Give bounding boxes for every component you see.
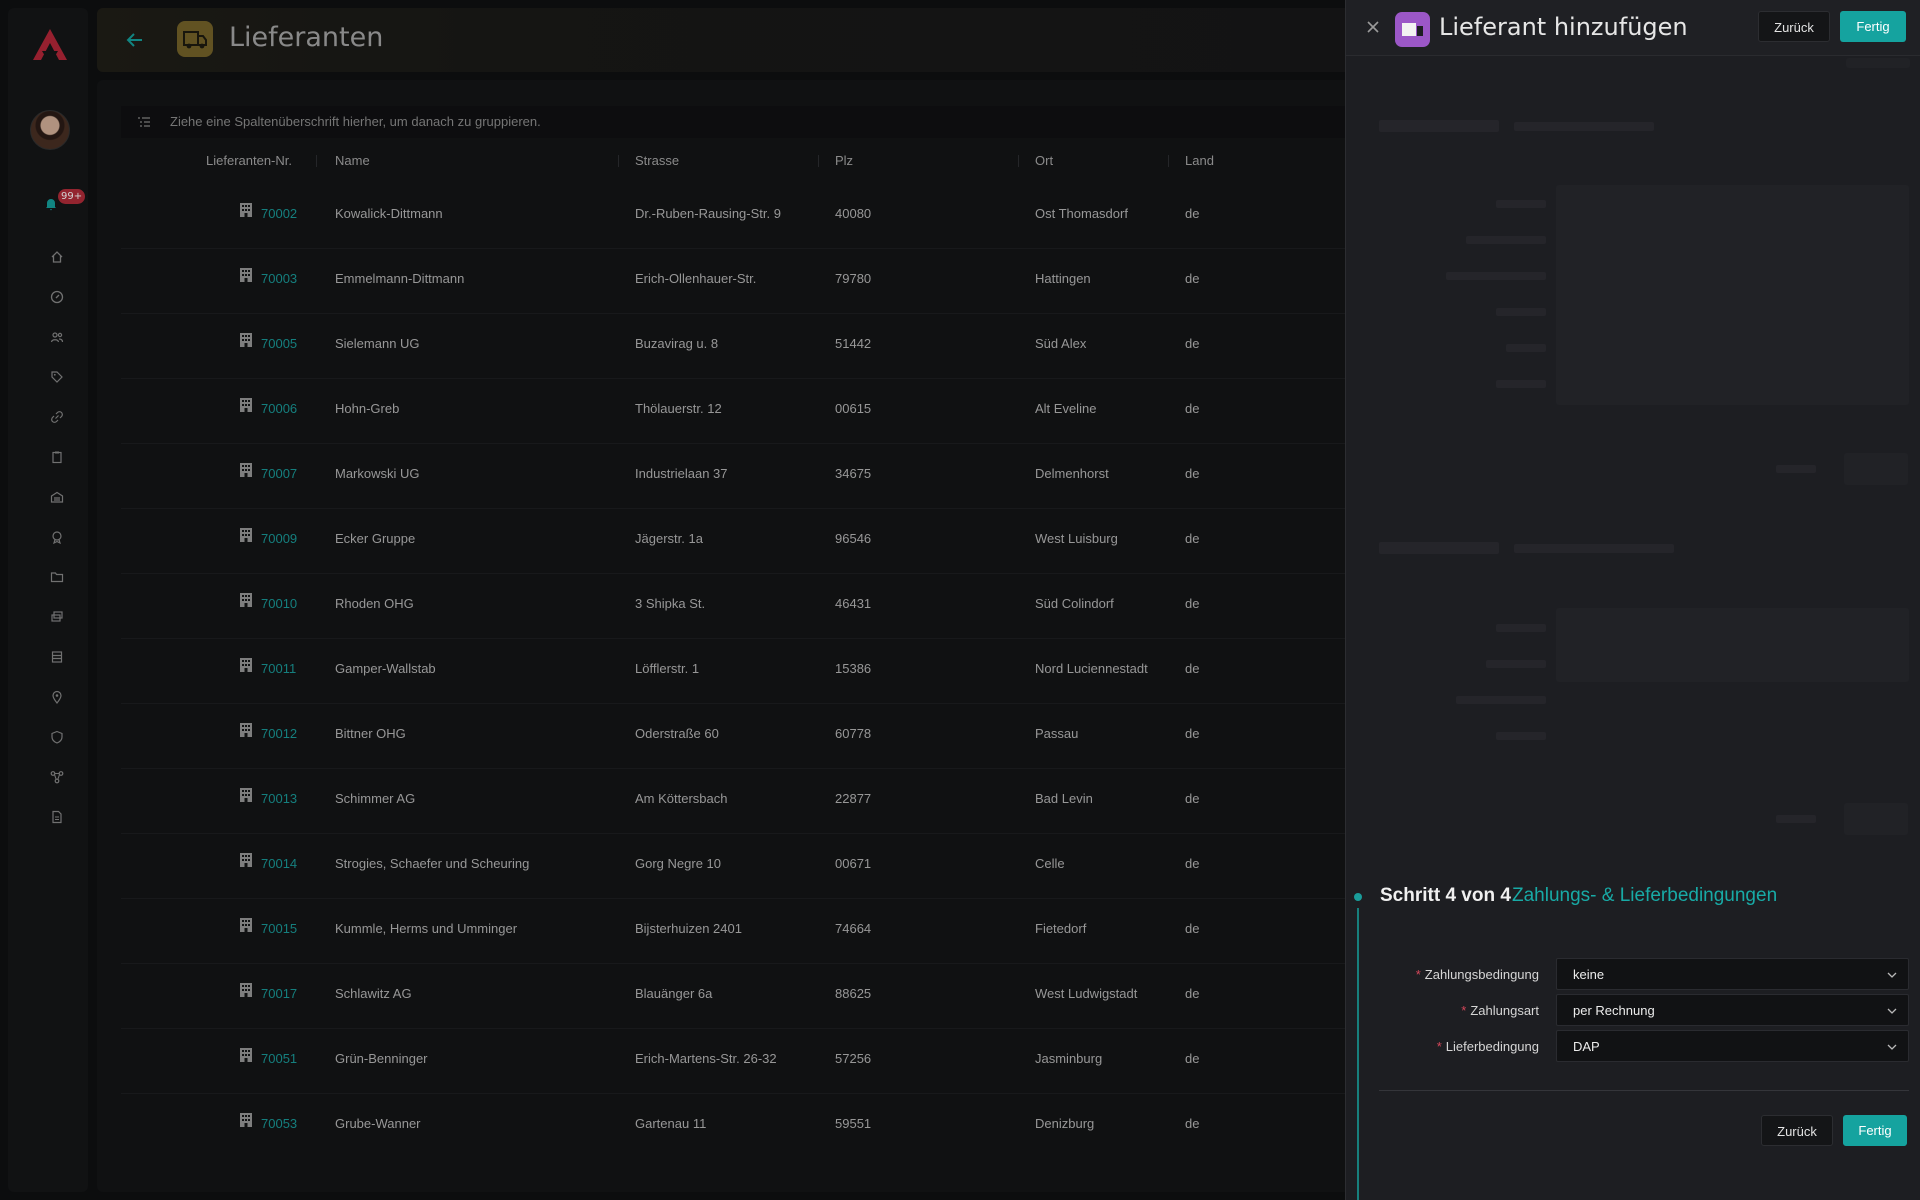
collapsed-step-placeholder xyxy=(1466,236,1546,244)
chevron-down-icon xyxy=(1887,1008,1897,1014)
chevron-down-icon xyxy=(1887,972,1897,978)
payment-method-row: * Zahlungsart per Rechnung xyxy=(1346,994,1920,1028)
chevron-down-icon xyxy=(1887,1044,1897,1050)
delivery-terms-select[interactable]: DAP xyxy=(1556,1030,1909,1062)
payment-method-select[interactable]: per Rechnung xyxy=(1556,994,1909,1026)
collapsed-step-placeholder xyxy=(1844,803,1908,835)
modal-backdrop[interactable] xyxy=(0,0,1345,1200)
form-divider xyxy=(1379,1090,1909,1091)
delivery-terms-row: * Lieferbedingung DAP xyxy=(1346,1030,1920,1064)
delivery-terms-label: * Lieferbedingung xyxy=(1436,1039,1539,1054)
collapsed-step-placeholder xyxy=(1496,624,1546,632)
step-counter: Schritt 4 von 4 xyxy=(1380,885,1511,906)
collapsed-step-placeholder xyxy=(1496,732,1546,740)
collapsed-step-placeholder xyxy=(1379,120,1499,132)
collapsed-step-placeholder xyxy=(1556,608,1909,682)
step-indicator-dot xyxy=(1354,893,1362,901)
footer-back-button[interactable]: Zurück xyxy=(1761,1115,1833,1146)
payment-method-label: * Zahlungsart xyxy=(1461,1003,1539,1018)
collapsed-step-placeholder xyxy=(1456,696,1546,704)
footer-done-button[interactable]: Fertig xyxy=(1843,1115,1907,1146)
collapsed-step-placeholder xyxy=(1556,185,1909,405)
drawer-title: Lieferant hinzufügen xyxy=(1439,13,1688,41)
collapsed-step-placeholder xyxy=(1776,815,1816,823)
collapsed-step-placeholder xyxy=(1496,308,1546,316)
collapsed-step-placeholder xyxy=(1846,58,1910,68)
payment-terms-row: * Zahlungsbedingung keine xyxy=(1346,958,1920,992)
collapsed-step-placeholder xyxy=(1506,344,1546,352)
payment-terms-value: keine xyxy=(1573,967,1605,982)
collapsed-step-placeholder xyxy=(1446,272,1546,280)
close-icon[interactable] xyxy=(1363,17,1383,37)
payment-terms-label: * Zahlungsbedingung xyxy=(1415,967,1539,982)
payment-terms-select[interactable]: keine xyxy=(1556,958,1909,990)
collapsed-step-placeholder xyxy=(1514,122,1654,131)
collapsed-step-placeholder xyxy=(1844,453,1908,485)
collapsed-step-placeholder xyxy=(1486,660,1546,668)
payment-method-value: per Rechnung xyxy=(1573,1003,1655,1018)
delivery-terms-value: DAP xyxy=(1573,1039,1600,1054)
collapsed-step-placeholder xyxy=(1776,465,1816,473)
collapsed-step-placeholder xyxy=(1496,200,1546,208)
supplier-icon xyxy=(1395,12,1430,47)
collapsed-step-placeholder xyxy=(1496,380,1546,388)
add-supplier-drawer: Lieferant hinzufügen Zurück Fertig Schri… xyxy=(1345,0,1920,1200)
step-title: Zahlungs- & Lieferbedingungen xyxy=(1512,885,1778,906)
back-button[interactable]: Zurück xyxy=(1758,11,1830,42)
drawer-header: Lieferant hinzufügen Zurück Fertig xyxy=(1346,0,1920,56)
collapsed-step-placeholder xyxy=(1514,544,1674,553)
collapsed-step-placeholder xyxy=(1379,542,1499,554)
done-button[interactable]: Fertig xyxy=(1840,11,1906,42)
